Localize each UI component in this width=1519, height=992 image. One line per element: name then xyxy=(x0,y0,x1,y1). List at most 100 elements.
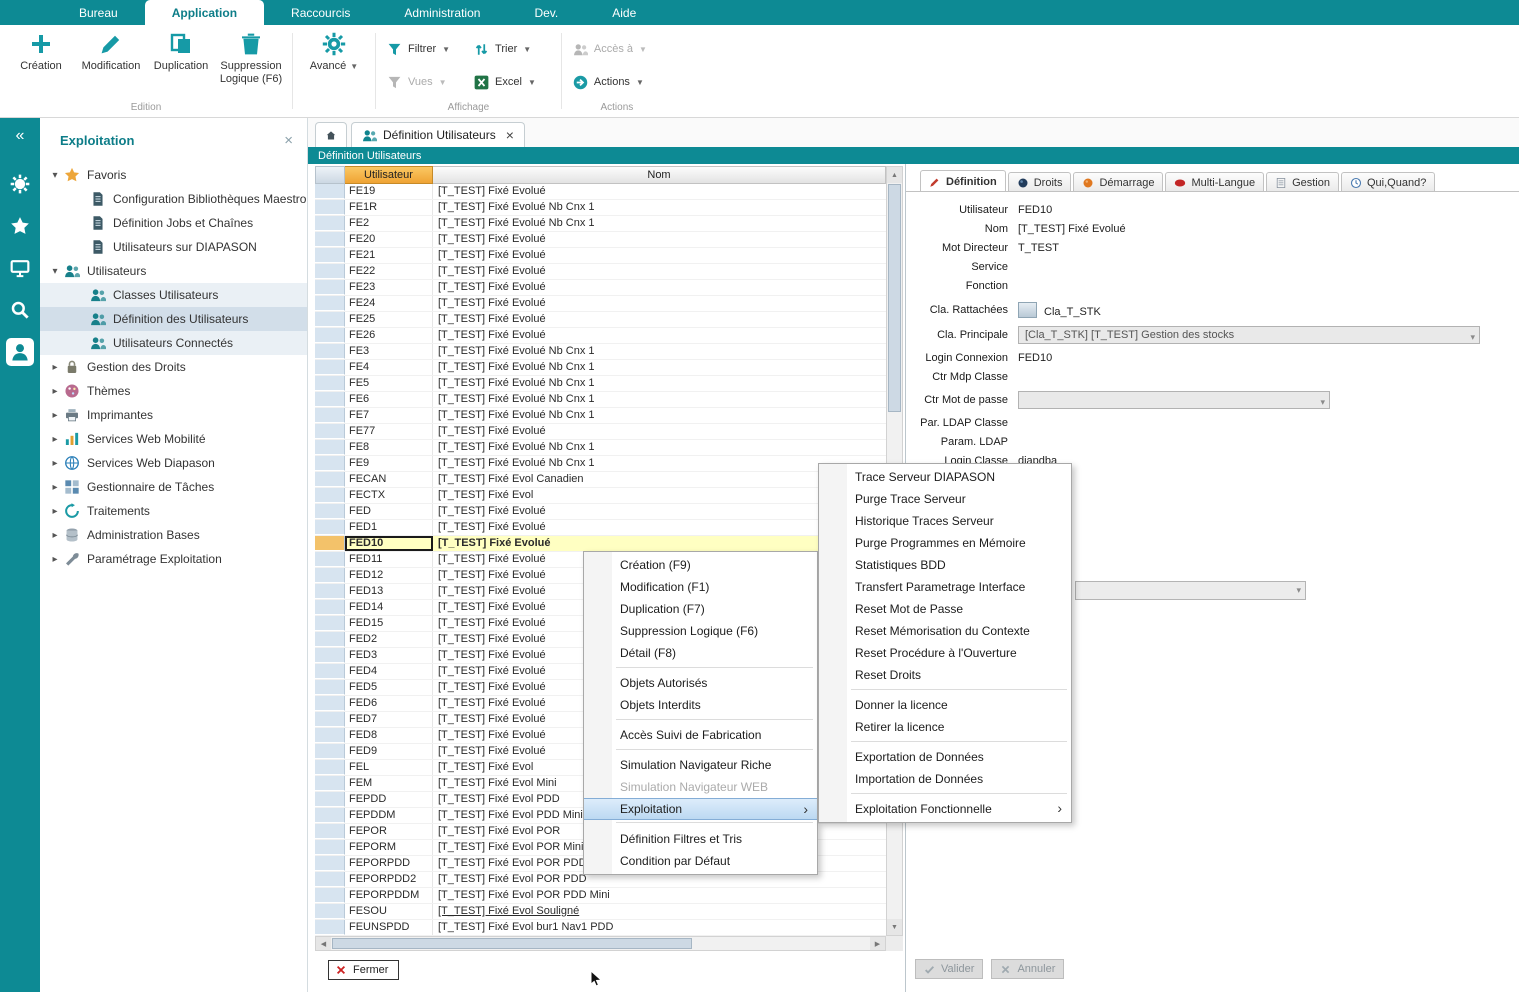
row-selector-cell[interactable] xyxy=(315,440,345,455)
duplication-button[interactable]: Duplication xyxy=(146,32,216,73)
tree-item[interactable]: Classes Utilisateurs xyxy=(40,283,307,307)
home-tab[interactable] xyxy=(315,122,347,147)
field-value[interactable]: FED10 xyxy=(1018,352,1052,364)
document-tab[interactable]: Définition Utilisateurs × xyxy=(351,122,525,147)
row-selector-cell[interactable] xyxy=(315,344,345,359)
cell-utilisateur[interactable]: FED9 xyxy=(345,744,433,759)
context-menu-item[interactable]: Définition Filtres et Tris xyxy=(584,828,817,850)
acces-a-button[interactable]: Accès à ▼ xyxy=(568,38,652,60)
excel-button[interactable]: Excel ▼ xyxy=(469,71,541,93)
vues-button[interactable]: Vues ▼ xyxy=(382,71,455,93)
cell-nom[interactable]: [T_TEST] Fixé Evolué xyxy=(433,264,886,279)
detail-tab[interactable]: Démarrage xyxy=(1073,172,1163,192)
scroll-up-icon[interactable]: ▲ xyxy=(887,167,902,183)
row-selector-cell[interactable] xyxy=(315,536,345,551)
cell-nom[interactable]: [T_TEST] Fixé Evol bur1 Nav1 PDD xyxy=(433,920,886,935)
submenu-item[interactable]: Exportation de Données xyxy=(819,746,1071,768)
row-selector-cell[interactable] xyxy=(315,744,345,759)
table-row[interactable]: FE5 [T_TEST] Fixé Evolué Nb Cnx 1 xyxy=(315,376,886,392)
annuler-button[interactable]: Annuler xyxy=(991,959,1064,979)
row-selector-cell[interactable] xyxy=(315,504,345,519)
cell-utilisateur[interactable]: FED15 xyxy=(345,616,433,631)
tree-item[interactable]: Services Web Diapason xyxy=(40,451,307,475)
valider-button[interactable]: Valider xyxy=(915,959,983,979)
tree-item[interactable]: Thèmes xyxy=(40,379,307,403)
tree-expander-icon[interactable] xyxy=(48,170,62,181)
cell-utilisateur[interactable]: FE21 xyxy=(345,248,433,263)
scroll-down-icon[interactable]: ▼ xyxy=(887,919,902,935)
row-selector-cell[interactable] xyxy=(315,664,345,679)
menubar-item[interactable]: Bureau xyxy=(52,0,145,25)
table-row[interactable]: FE1R [T_TEST] Fixé Evolué Nb Cnx 1 xyxy=(315,200,886,216)
filtrer-button[interactable]: Filtrer ▼ xyxy=(382,38,455,60)
cell-utilisateur[interactable]: FEPORPDD xyxy=(345,856,433,871)
trier-button[interactable]: Trier ▼ xyxy=(469,38,541,60)
cell-utilisateur[interactable]: FE6 xyxy=(345,392,433,407)
field-value[interactable]: T_TEST xyxy=(1018,242,1059,254)
field-value[interactable]: Cla_T_STK xyxy=(1018,302,1101,318)
cell-utilisateur[interactable]: FEPORM xyxy=(345,840,433,855)
row-selector-cell[interactable] xyxy=(315,792,345,807)
cell-utilisateur[interactable]: FED8 xyxy=(345,728,433,743)
row-selector-cell[interactable] xyxy=(315,888,345,903)
cell-utilisateur[interactable]: FE26 xyxy=(345,328,433,343)
cell-utilisateur[interactable]: FED12 xyxy=(345,568,433,583)
monitor-icon[interactable] xyxy=(6,254,34,282)
cell-nom[interactable]: [T_TEST] Fixé Evol POR PDD Mini xyxy=(433,888,886,903)
tree-expander-icon[interactable] xyxy=(48,386,62,397)
cell-nom[interactable]: [T_TEST] Fixé Evolué Nb Cnx 1 xyxy=(433,216,886,231)
submenu-item[interactable]: Reset Procédure à l'Ouverture xyxy=(819,642,1071,664)
cell-utilisateur[interactable]: FED2 xyxy=(345,632,433,647)
cell-utilisateur[interactable]: FED1 xyxy=(345,520,433,535)
modification-button[interactable]: Modification xyxy=(76,32,146,73)
table-row[interactable]: FE24 [T_TEST] Fixé Evolué xyxy=(315,296,886,312)
cell-utilisateur[interactable]: FE22 xyxy=(345,264,433,279)
tab-close-icon[interactable]: × xyxy=(506,127,514,143)
cell-utilisateur[interactable]: FECTX xyxy=(345,488,433,503)
cell-nom[interactable]: [T_TEST] Fixé Evolué xyxy=(433,184,886,199)
row-selector-cell[interactable] xyxy=(315,824,345,839)
submenu-item[interactable]: Purge Programmes en Mémoire xyxy=(819,532,1071,554)
row-selector-cell[interactable] xyxy=(315,696,345,711)
search-icon[interactable] xyxy=(6,296,34,324)
cell-utilisateur[interactable]: FE4 xyxy=(345,360,433,375)
table-row[interactable]: FE20 [T_TEST] Fixé Evolué xyxy=(315,232,886,248)
cell-nom[interactable]: [T_TEST] Fixé Evolué xyxy=(433,280,886,295)
tree-expander-icon[interactable] xyxy=(48,266,62,277)
submenu-item[interactable]: Reset Mémorisation du Contexte xyxy=(819,620,1071,642)
detail-tab[interactable]: Gestion xyxy=(1266,172,1339,192)
row-selector-cell[interactable] xyxy=(315,280,345,295)
row-selector-cell[interactable] xyxy=(315,904,345,919)
table-row[interactable]: FE3 [T_TEST] Fixé Evolué Nb Cnx 1 xyxy=(315,344,886,360)
table-row[interactable]: FE23 [T_TEST] Fixé Evolué xyxy=(315,280,886,296)
row-selector-cell[interactable] xyxy=(315,296,345,311)
submenu-item[interactable]: Exploitation Fonctionnelle xyxy=(819,798,1071,820)
row-selector-cell[interactable] xyxy=(315,552,345,567)
submenu-item[interactable]: Purge Trace Serveur xyxy=(819,488,1071,510)
cell-utilisateur[interactable]: FE77 xyxy=(345,424,433,439)
menubar-item[interactable]: Application xyxy=(145,0,264,25)
table-row[interactable]: FE9 [T_TEST] Fixé Evolué Nb Cnx 1 xyxy=(315,456,886,472)
cell-utilisateur[interactable]: FEPORPDD2 xyxy=(345,872,433,887)
context-menu-item[interactable]: Objets Interdits xyxy=(584,694,817,716)
header-row-selector[interactable] xyxy=(315,166,345,184)
cell-utilisateur[interactable]: FE24 xyxy=(345,296,433,311)
cell-utilisateur[interactable]: FED7 xyxy=(345,712,433,727)
row-selector-cell[interactable] xyxy=(315,872,345,887)
row-selector-cell[interactable] xyxy=(315,360,345,375)
cell-utilisateur[interactable]: FE19 xyxy=(345,184,433,199)
actions-button[interactable]: Actions ▼ xyxy=(568,71,652,93)
row-selector-cell[interactable] xyxy=(315,408,345,423)
context-menu-item[interactable]: Accès Suivi de Fabrication xyxy=(584,724,817,746)
cell-utilisateur[interactable]: FESOU xyxy=(345,904,433,919)
row-selector-cell[interactable] xyxy=(315,264,345,279)
context-menu-item[interactable]: Création (F9) xyxy=(584,554,817,576)
fermer-button[interactable]: Fermer xyxy=(328,960,399,980)
context-menu-item[interactable]: Détail (F8) xyxy=(584,642,817,664)
context-menu-item[interactable]: Duplication (F7) xyxy=(584,598,817,620)
row-selector-cell[interactable] xyxy=(315,488,345,503)
table-row[interactable]: FE4 [T_TEST] Fixé Evolué Nb Cnx 1 xyxy=(315,360,886,376)
cell-utilisateur[interactable]: FED11 xyxy=(345,552,433,567)
row-selector-cell[interactable] xyxy=(315,376,345,391)
table-row[interactable]: FECTX [T_TEST] Fixé Evol xyxy=(315,488,886,504)
